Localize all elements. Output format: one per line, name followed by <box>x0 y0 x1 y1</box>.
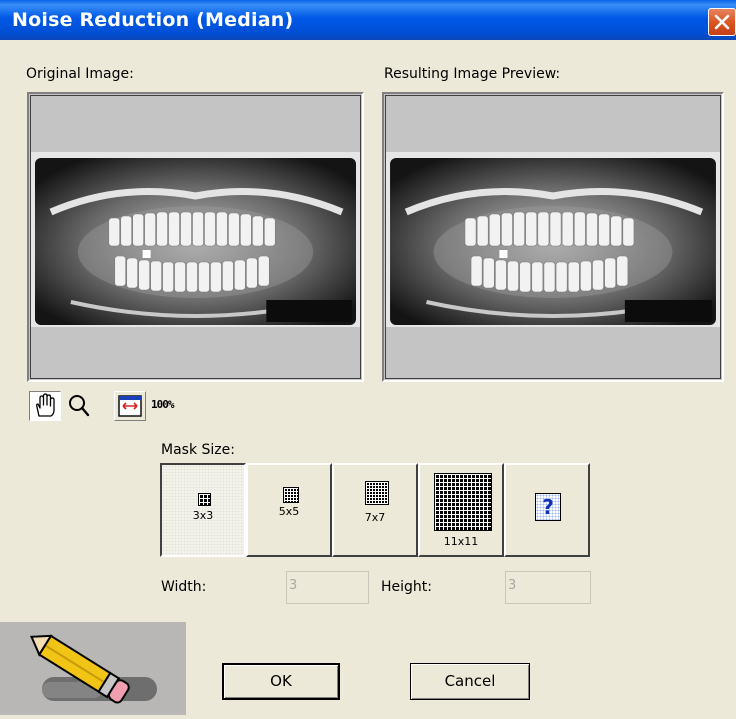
original-image-label: Original Image: <box>26 66 134 82</box>
close-button[interactable] <box>708 8 736 36</box>
cancel-button[interactable]: Cancel <box>410 663 530 700</box>
mask-3x3-label: 3x3 <box>192 509 214 522</box>
preview-image-label: Resulting Image Preview: <box>384 66 561 82</box>
dialog-title: Noise Reduction (Median) <box>12 9 294 31</box>
title-bar[interactable]: Noise Reduction (Median) <box>0 0 736 40</box>
actual-size-button[interactable]: 100% <box>148 391 186 421</box>
ok-button[interactable]: OK <box>222 663 340 700</box>
original-image-viewer[interactable] <box>27 92 364 382</box>
width-field[interactable]: 3 <box>286 571 369 604</box>
filter-art-panel <box>0 622 186 715</box>
magnifier-icon <box>69 395 90 417</box>
height-label: Height: <box>381 579 432 595</box>
grid-11x11-icon <box>434 473 492 531</box>
actual-size-label: 100% <box>151 398 174 411</box>
custom-mask-button[interactable]: ? <box>504 463 590 557</box>
grid-7x7-icon <box>365 481 389 505</box>
mask-size-label: Mask Size: <box>161 442 235 458</box>
mask-5x5-label: 5x5 <box>278 505 300 518</box>
grid-3x3-icon <box>198 493 211 506</box>
preview-image-viewer[interactable] <box>382 92 724 382</box>
hand-icon <box>36 393 55 417</box>
fit-to-window-icon <box>118 395 142 417</box>
grid-5x5-icon <box>283 487 299 503</box>
noise-reduction-dialog: Noise Reduction (Median) Original Image:… <box>0 0 736 715</box>
preview-image-canvas <box>385 95 721 379</box>
mask-7x7-label: 7x7 <box>364 511 386 524</box>
original-xray-image <box>31 152 360 327</box>
original-image-canvas <box>30 95 361 379</box>
mask-11x11-label: 11x11 <box>443 535 479 548</box>
height-field[interactable]: 3 <box>505 571 591 604</box>
preview-xray-image <box>386 152 720 327</box>
zoom-tool-button[interactable] <box>64 391 96 421</box>
width-label: Width: <box>161 579 207 595</box>
mask-11x11-button[interactable]: 11x11 <box>418 463 504 557</box>
pan-tool-button[interactable] <box>29 391 61 421</box>
pencil-eraser-icon <box>30 634 157 704</box>
close-icon <box>714 14 730 30</box>
fit-to-window-button[interactable] <box>114 391 146 421</box>
mask-5x5-button[interactable]: 5x5 <box>246 463 332 557</box>
question-mark-icon: ? <box>535 493 561 521</box>
mask-7x7-button[interactable]: 7x7 <box>332 463 418 557</box>
mask-3x3-button[interactable]: 3x3 <box>160 463 246 557</box>
